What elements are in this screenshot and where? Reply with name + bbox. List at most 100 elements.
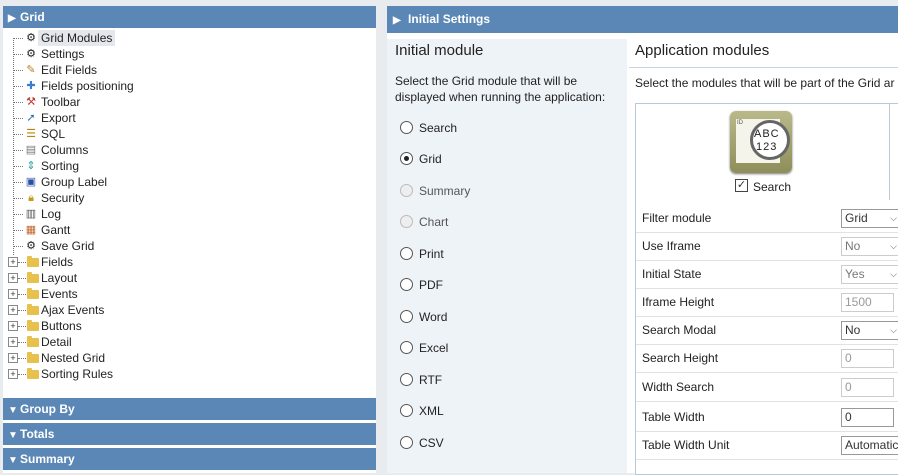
- tree-folder-detail[interactable]: + Detail: [3, 334, 376, 350]
- initial-module-section: Initial module Select the Grid module th…: [387, 39, 627, 473]
- search-modal-select[interactable]: No ⌵: [841, 321, 898, 340]
- tree-item-log[interactable]: ▥ Log: [3, 206, 376, 222]
- initial-module-title: Initial module: [395, 42, 484, 59]
- filter-module-select[interactable]: Grid ⌵: [841, 209, 898, 228]
- export-arrow-icon: ➚: [26, 112, 36, 124]
- tree-item-fields-positioning[interactable]: ✚ Fields positioning: [3, 78, 376, 94]
- folder-icon: [27, 272, 39, 283]
- radio-button[interactable]: [400, 436, 413, 449]
- tree-folder-ajax-events[interactable]: + Ajax Events: [3, 302, 376, 318]
- search-height-input: 0: [841, 349, 894, 368]
- table-width-unit-select[interactable]: Automatic: [841, 436, 898, 455]
- prop-label: Use Iframe: [642, 239, 701, 253]
- table-width-input[interactable]: 0: [841, 408, 894, 427]
- prop-label: Search Height: [642, 351, 719, 365]
- search-module-label: Search: [753, 180, 792, 194]
- expand-plus-icon[interactable]: +: [8, 257, 18, 267]
- search-module-icon[interactable]: ID ABC 123: [730, 111, 792, 173]
- chevron-down-icon: ⌵: [890, 241, 897, 251]
- radio-label: Grid: [419, 152, 442, 166]
- expand-plus-icon[interactable]: +: [8, 321, 18, 331]
- tree-item-export[interactable]: ➚ Export: [3, 110, 376, 126]
- tree-folder-fields[interactable]: + Fields: [3, 254, 376, 270]
- sort-arrows-icon: ⇕: [26, 160, 36, 172]
- radio-button[interactable]: [400, 247, 413, 260]
- application-modules-title: Application modules: [635, 42, 770, 59]
- radio-button[interactable]: [400, 121, 413, 134]
- panel-title: Group By: [20, 402, 75, 416]
- expand-plus-icon[interactable]: +: [8, 369, 18, 379]
- radio-label: CSV: [419, 436, 444, 450]
- radio-label: Summary: [419, 184, 471, 198]
- tree-item-gantt[interactable]: ▦ Gantt: [3, 222, 376, 238]
- application-modules-section: Application modules Select the modules t…: [629, 39, 898, 475]
- collapse-triangle-icon: ▼: [8, 455, 18, 466]
- grid-panel-header[interactable]: ▶ Grid: [3, 6, 376, 28]
- expand-plus-icon[interactable]: +: [8, 305, 18, 315]
- tree-item-sorting[interactable]: ⇕ Sorting: [3, 158, 376, 174]
- tools-icon: ⚒: [26, 96, 36, 108]
- group-label-icon: ▣: [25, 176, 37, 188]
- expand-plus-icon[interactable]: +: [8, 337, 18, 347]
- chevron-down-icon: ⌵: [890, 213, 897, 223]
- expand-plus-icon[interactable]: +: [8, 353, 18, 363]
- database-icon: ☰: [26, 128, 36, 140]
- tree-folder-buttons[interactable]: + Buttons: [3, 318, 376, 334]
- folder-icon: [27, 368, 39, 379]
- checkbox-checked-icon[interactable]: ✓: [735, 179, 748, 192]
- tree-item-group-label[interactable]: ▣ Group Label: [3, 174, 376, 190]
- totals-panel-header[interactable]: ▼ Totals: [3, 423, 376, 445]
- tree-folder-events[interactable]: + Events: [3, 286, 376, 302]
- tree-item-edit-fields[interactable]: ✎ Edit Fields: [3, 62, 376, 78]
- use-iframe-select: No ⌵: [841, 237, 898, 256]
- initial-module-description: Select the Grid module that will be disp…: [395, 73, 605, 105]
- prop-use-iframe: Use Iframe No ⌵: [636, 232, 898, 261]
- tree-folder-layout[interactable]: + Layout: [3, 270, 376, 286]
- prop-label: Filter module: [642, 211, 712, 225]
- radio-label: Excel: [419, 341, 449, 355]
- tree-item-label: Grid Modules: [38, 30, 116, 46]
- prop-table-width-unit: Table Width Unit Automatic: [636, 431, 898, 460]
- expand-plus-icon[interactable]: +: [8, 289, 18, 299]
- pencil-icon: ✎: [26, 64, 36, 76]
- initial-settings-header[interactable]: ▶ Initial Settings: [387, 6, 898, 33]
- radio-button: [400, 184, 413, 197]
- tree-item-label: Fields positioning: [41, 79, 134, 93]
- group-by-panel-header[interactable]: ▼ Group By: [3, 398, 376, 420]
- radio-button[interactable]: [400, 278, 413, 291]
- tree-item-columns[interactable]: ▤ Columns: [3, 142, 376, 158]
- magnifier-icon: [750, 120, 790, 160]
- radio-button[interactable]: [400, 341, 413, 354]
- collapse-triangle-icon: ▼: [8, 430, 18, 441]
- tree-item-grid-modules[interactable]: ⚙ Grid Modules: [3, 30, 376, 46]
- tree-folder-nested-grid[interactable]: + Nested Grid: [3, 350, 376, 366]
- tree-item-label: Log: [41, 207, 62, 221]
- radio-button[interactable]: [400, 310, 413, 323]
- radio-button[interactable]: [400, 152, 413, 165]
- panel-title: Summary: [20, 452, 75, 466]
- radio-button[interactable]: [400, 404, 413, 417]
- tree-item-security[interactable]: 🔒︎ Security: [3, 190, 376, 206]
- tree-item-sql[interactable]: ☰ SQL: [3, 126, 376, 142]
- gear-icon: ⚙: [26, 240, 36, 252]
- radio-button[interactable]: [400, 373, 413, 386]
- grid-panel-title: Grid: [20, 10, 45, 24]
- search-icon-tag: ID: [737, 120, 743, 126]
- tree-item-settings[interactable]: ⚙ Settings: [3, 46, 376, 62]
- tree-item-save-grid[interactable]: ⚙ Save Grid: [3, 238, 376, 254]
- prop-label: Iframe Height: [642, 295, 715, 309]
- prop-search-height: Search Height 0: [636, 344, 898, 373]
- prop-width-search: Width Search 0: [636, 373, 898, 402]
- chevron-down-icon: ⌵: [890, 325, 897, 335]
- radio-label: PDF: [419, 278, 443, 292]
- folder-icon: [27, 304, 39, 315]
- gear-icon: ⚙: [26, 32, 36, 44]
- tree-folder-label: Ajax Events: [41, 303, 105, 317]
- summary-panel-header[interactable]: ▼ Summary: [3, 448, 376, 470]
- tree-item-toolbar[interactable]: ⚒ Toolbar: [3, 94, 376, 110]
- tree-folder-sorting-rules[interactable]: + Sorting Rules: [3, 366, 376, 382]
- tree-item-label: Save Grid: [41, 239, 95, 253]
- tree-folder-label: Sorting Rules: [41, 367, 114, 381]
- expand-plus-icon[interactable]: +: [8, 273, 18, 283]
- folder-icon: [27, 256, 39, 267]
